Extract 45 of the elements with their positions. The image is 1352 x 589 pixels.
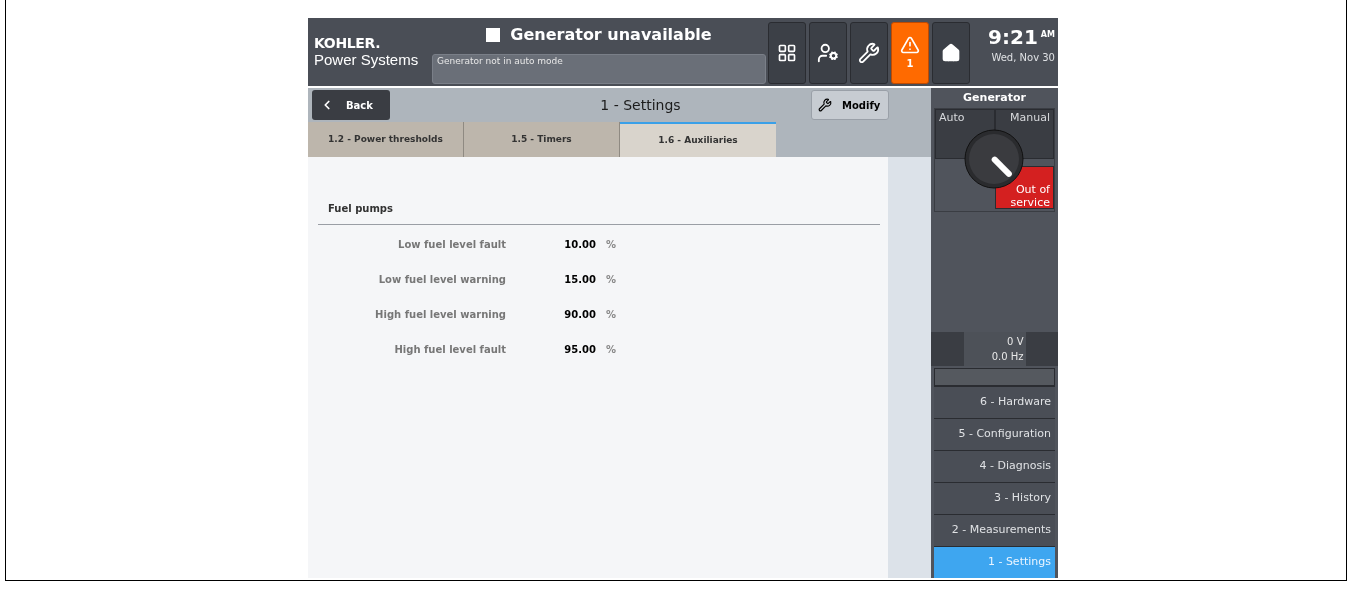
setting-value: 95.00: [563, 343, 596, 357]
page-title: 1 - Settings: [599, 95, 682, 115]
clock-am-pm: AM: [1040, 29, 1055, 41]
setting-value: 15.00: [563, 273, 596, 287]
logo-subtitle: Power Systems: [314, 51, 420, 68]
setting-label: High fuel level fault: [393, 343, 506, 357]
tab[interactable]: 1.5 - Timers: [464, 122, 620, 157]
back-button[interactable]: Back: [312, 90, 390, 120]
setting-value: 90.00: [563, 308, 596, 322]
warning-icon: [900, 35, 920, 55]
menu-item[interactable]: 4 - Diagnosis: [934, 450, 1055, 482]
setting-label: Low fuel level fault: [397, 238, 506, 252]
setting-unit: %: [606, 343, 617, 357]
setting-unit: %: [606, 308, 617, 322]
status-title: Generator unavailable: [510, 24, 712, 46]
setting-unit: %: [606, 238, 617, 252]
user-button[interactable]: [809, 22, 847, 84]
menu-item[interactable]: 3 - History: [934, 482, 1055, 514]
apps-grid-button[interactable]: [768, 22, 806, 84]
section-title: Fuel pumps: [318, 201, 880, 225]
home-icon: [941, 43, 961, 63]
wrench-icon: [858, 42, 880, 64]
menu-item[interactable]: 5 - Configuration: [934, 418, 1055, 450]
logo-brand: KOHLER.: [314, 35, 382, 51]
status-indicator-icon: [486, 28, 501, 42]
maintenance-button[interactable]: [850, 22, 888, 84]
voltage-reading: 0 V: [1007, 335, 1024, 349]
home-button[interactable]: [932, 22, 970, 84]
menu-item[interactable]: 6 - Hardware: [934, 386, 1055, 418]
setting-unit: %: [606, 273, 617, 287]
clock-date: Wed, Nov 30: [991, 51, 1055, 65]
wrench-icon: [818, 98, 832, 112]
tab[interactable]: 1.6 - Auxiliaries: [620, 122, 776, 157]
setting-label: High fuel level warning: [374, 308, 506, 322]
modify-button[interactable]: Modify: [811, 90, 889, 120]
status-message-field: Generator not in auto mode: [432, 54, 766, 84]
clock-time: 9:21: [988, 26, 1038, 48]
setting-value: 10.00: [563, 238, 596, 252]
generator-title: Generator: [962, 90, 1027, 106]
grid-icon: [777, 43, 797, 63]
frequency-reading: 0.0 Hz: [991, 350, 1024, 364]
menu-item[interactable]: 2 - Measurements: [934, 514, 1055, 546]
user-gear-icon: [817, 42, 839, 64]
tab[interactable]: 1.2 - Power thresholds: [308, 122, 464, 157]
setting-label: Low fuel level warning: [377, 273, 506, 287]
